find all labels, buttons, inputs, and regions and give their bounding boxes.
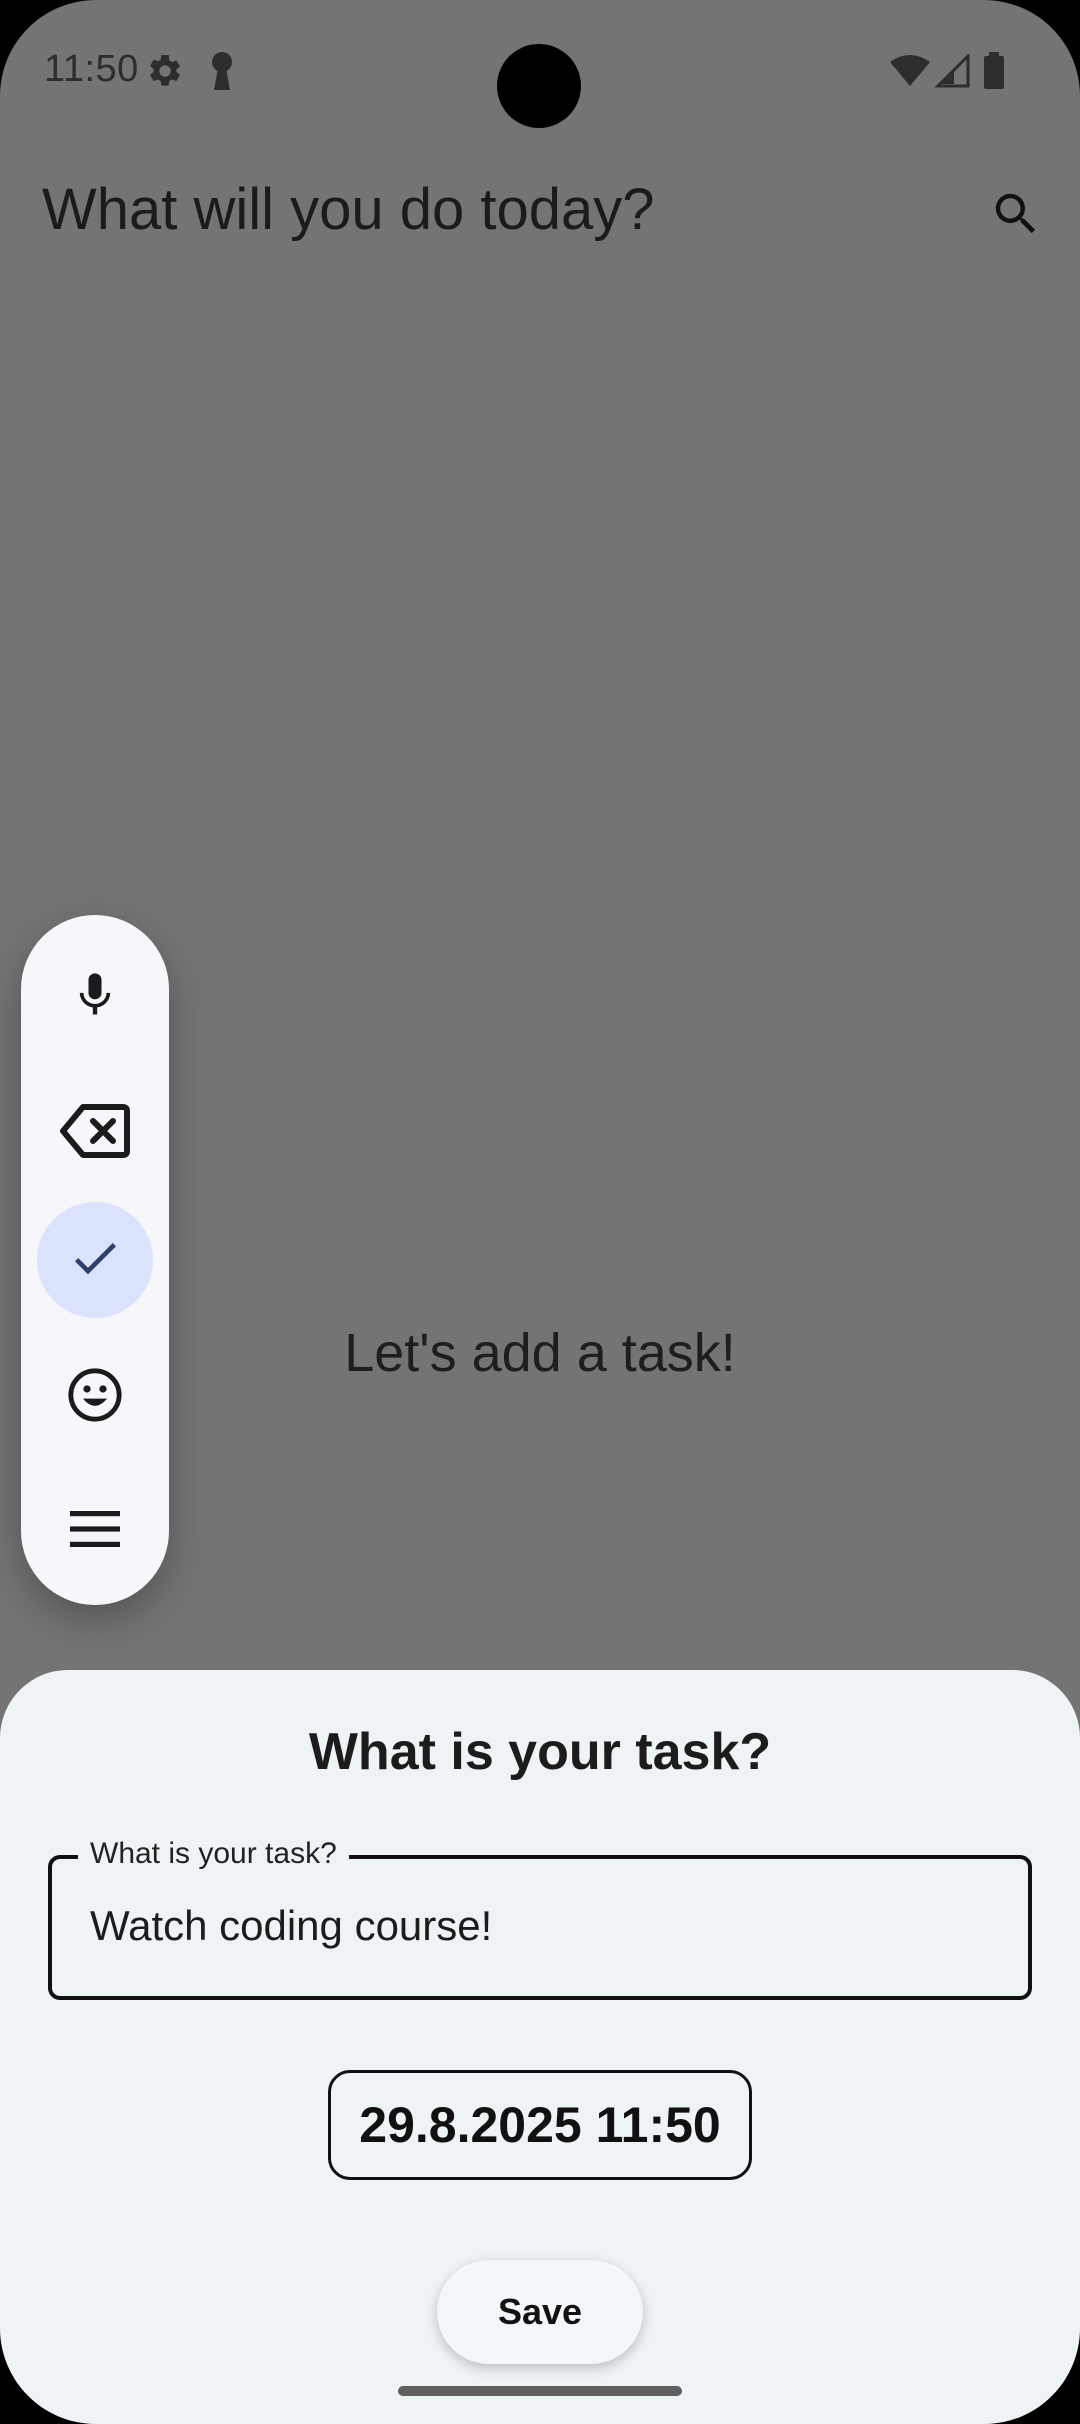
battery-icon: [982, 52, 1006, 95]
check-icon: [67, 1230, 123, 1291]
camera-cutout: [497, 44, 581, 128]
menu-button[interactable]: [37, 1473, 153, 1589]
page-title: What will you do today?: [42, 177, 655, 242]
emoji-button[interactable]: [37, 1339, 153, 1455]
confirm-button[interactable]: [37, 1202, 153, 1318]
keyhole-icon: [206, 50, 238, 97]
status-bar: 11:50: [0, 0, 1080, 140]
screen: 11:50 What will you do today? Let's add …: [0, 0, 1080, 2424]
backspace-icon: [59, 1101, 131, 1166]
floating-toolbar: [21, 915, 169, 1605]
backspace-button[interactable]: [37, 1075, 153, 1191]
date-time-button[interactable]: 29.8.2025 11:50: [328, 2070, 752, 2180]
home-indicator[interactable]: [398, 2386, 682, 2396]
search-icon: [989, 187, 1043, 246]
signal-icon: [934, 52, 970, 93]
task-input-value[interactable]: Watch coding course!: [90, 1902, 492, 1950]
search-button[interactable]: [980, 180, 1052, 252]
status-time: 11:50: [44, 48, 139, 90]
sheet-title: What is your task?: [308, 1723, 772, 1781]
menu-icon: [68, 1509, 122, 1554]
settings-gear-icon: [146, 52, 184, 95]
task-input-label: What is your task?: [78, 1837, 349, 1871]
emoji-icon: [66, 1366, 124, 1429]
mic-button[interactable]: [37, 939, 153, 1055]
mic-icon: [69, 969, 121, 1026]
save-button[interactable]: Save: [437, 2260, 643, 2364]
wifi-icon: [888, 54, 932, 93]
